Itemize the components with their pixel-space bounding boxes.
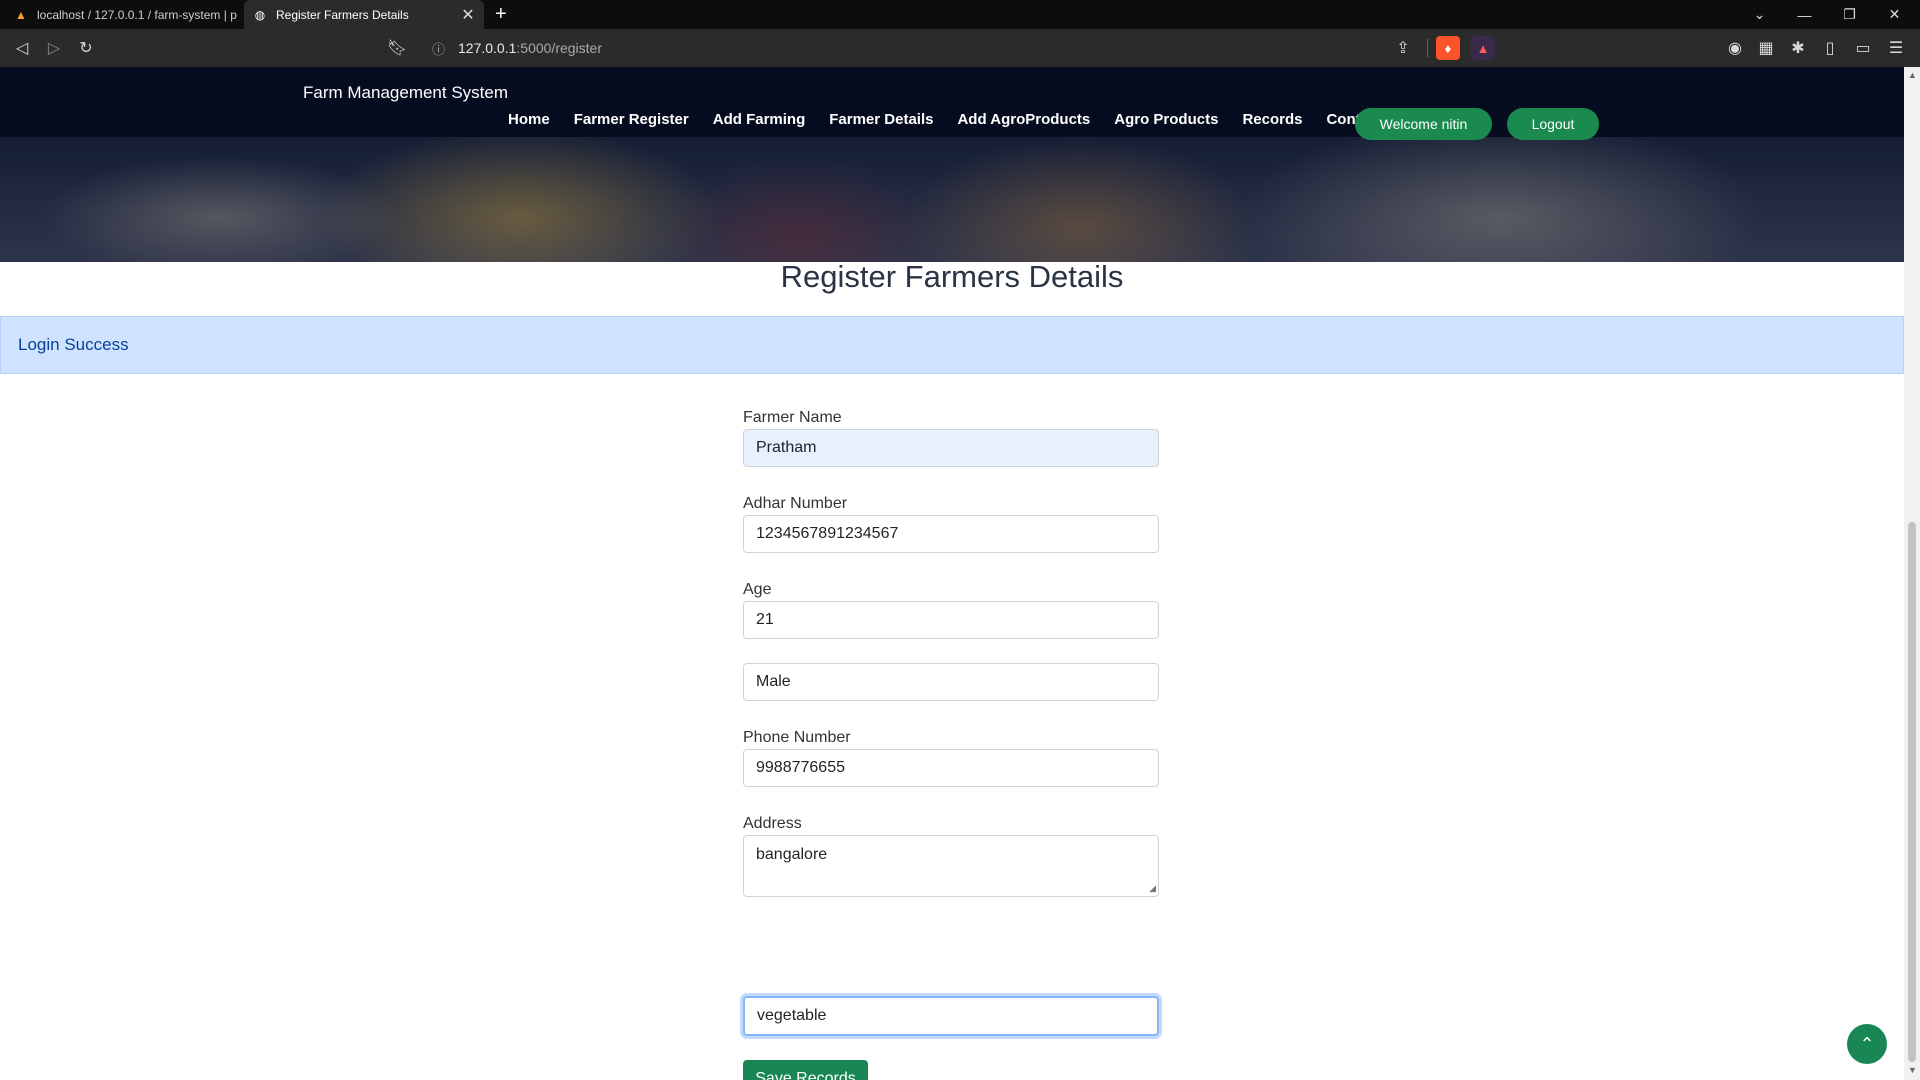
farmer-name-input[interactable]: Pratham xyxy=(743,429,1159,467)
resize-handle-icon[interactable]: ◢ xyxy=(1149,883,1156,894)
nav-records[interactable]: Records xyxy=(1242,111,1302,128)
tab-title: localhost / 127.0.0.1 / farm-system | p xyxy=(37,7,237,22)
phone-number-value: 9988776655 xyxy=(756,759,845,776)
puzzle-icon[interactable]: ✱ xyxy=(1787,37,1809,59)
arrow-right-icon[interactable]: ▷ xyxy=(43,37,65,59)
scrollbar-thumb[interactable] xyxy=(1908,522,1916,1062)
page-scrollbar[interactable]: ▲ ▼ xyxy=(1904,67,1920,1080)
login-success-alert: Login Success xyxy=(0,316,1904,374)
nav-home[interactable]: Home xyxy=(508,111,550,128)
close-tab-icon[interactable]: ✕ xyxy=(458,5,478,25)
sidebar-icon[interactable]: ▯ xyxy=(1819,37,1841,59)
extension-badge-icon[interactable]: ▦ xyxy=(1755,37,1777,59)
address-label: Address xyxy=(743,815,802,832)
scroll-up-arrow-icon[interactable]: ▲ xyxy=(1908,70,1917,80)
phpmyadmin-icon: ▲ xyxy=(15,7,27,22)
arrow-left-icon[interactable]: ◁ xyxy=(11,37,33,59)
save-records-button[interactable]: Save Records xyxy=(743,1060,868,1080)
minimize-icon[interactable]: — xyxy=(1782,0,1827,29)
tab-phpmyadmin[interactable]: ▲ localhost / 127.0.0.1 / farm-system | … xyxy=(8,0,244,29)
restore-icon[interactable]: ❐ xyxy=(1827,0,1872,29)
farmer-name-value: Pratham xyxy=(756,439,817,456)
chevron-up-icon[interactable]: ⌃ xyxy=(1847,1024,1887,1064)
site-navbar: Farm Management System Home Farmer Regis… xyxy=(0,67,1904,140)
logout-button[interactable]: Logout xyxy=(1507,108,1599,140)
farming-type-input[interactable]: vegetable xyxy=(743,996,1159,1036)
new-tab-icon[interactable]: + xyxy=(495,3,507,26)
brand-logo-text[interactable]: Farm Management System xyxy=(303,83,508,103)
bookmark-icon[interactable]: 🔖︎ xyxy=(386,37,408,59)
url-host: 127.0.0.1 xyxy=(458,40,517,56)
scroll-down-arrow-icon[interactable]: ▼ xyxy=(1908,1065,1917,1075)
age-input[interactable]: 21 xyxy=(743,601,1159,639)
nav-agro-products[interactable]: Agro Products xyxy=(1114,111,1218,128)
window-close-icon[interactable]: ✕ xyxy=(1872,0,1917,29)
nav-links: Home Farmer Register Add Farming Farmer … xyxy=(508,111,1406,128)
wallet-icon[interactable]: ▭ xyxy=(1852,37,1874,59)
brave-shield-icon[interactable]: ♦ xyxy=(1436,36,1460,60)
nav-add-farming[interactable]: Add Farming xyxy=(713,111,806,128)
share-icon[interactable]: ⇪ xyxy=(1392,37,1414,59)
nav-farmer-register[interactable]: Farmer Register xyxy=(574,111,689,128)
farmer-name-label: Farmer Name xyxy=(743,409,842,426)
welcome-user-button[interactable]: Welcome nitin xyxy=(1355,108,1492,140)
browser-tab-bar: ▲ localhost / 127.0.0.1 / farm-system | … xyxy=(0,0,1920,29)
phone-number-label: Phone Number xyxy=(743,729,851,746)
menu-icon[interactable]: ☰ xyxy=(1885,37,1907,59)
web-page: Farm Management System Home Farmer Regis… xyxy=(0,67,1904,1080)
tab-search-icon[interactable]: ⌄ xyxy=(1737,0,1782,29)
nav-add-agroproducts[interactable]: Add AgroProducts xyxy=(957,111,1090,128)
adhar-number-input[interactable]: 1234567891234567 xyxy=(743,515,1159,553)
toolbar-divider xyxy=(1427,39,1428,57)
phone-number-input[interactable]: 9988776655 xyxy=(743,749,1159,787)
page-title: Register Farmers Details xyxy=(780,259,1124,294)
address-textarea[interactable]: bangalore ◢ xyxy=(743,835,1159,897)
gender-select[interactable]: Male xyxy=(743,663,1159,701)
nav-farmer-details[interactable]: Farmer Details xyxy=(829,111,933,128)
age-value: 21 xyxy=(756,611,774,628)
tab-title: Register Farmers Details xyxy=(276,7,409,22)
farming-type-value: vegetable xyxy=(757,1007,827,1024)
address-value: bangalore xyxy=(756,846,828,863)
tab-register-farmers[interactable]: ◍ Register Farmers Details ✕ xyxy=(244,0,484,29)
alert-text: Login Success xyxy=(18,335,129,354)
adhar-number-label: Adhar Number xyxy=(743,495,848,512)
brave-rewards-icon[interactable]: ▲ xyxy=(1471,36,1495,60)
globe-icon: ◍ xyxy=(254,7,266,22)
age-label: Age xyxy=(743,581,772,598)
extension-icon[interactable]: ◉ xyxy=(1724,37,1746,59)
address-bar[interactable]: ⓘ 127.0.0.1 :5000/register xyxy=(420,34,1500,62)
reload-icon[interactable]: ↻ xyxy=(75,37,97,59)
info-icon[interactable]: ⓘ xyxy=(432,39,448,58)
url-path: :5000/register xyxy=(516,40,602,56)
browser-toolbar: ◁ ▷ ↻ 🔖︎ ⓘ 127.0.0.1 :5000/register ⇪ ♦ … xyxy=(0,29,1920,67)
gender-value: Male xyxy=(756,673,791,690)
adhar-number-value: 1234567891234567 xyxy=(756,525,899,542)
